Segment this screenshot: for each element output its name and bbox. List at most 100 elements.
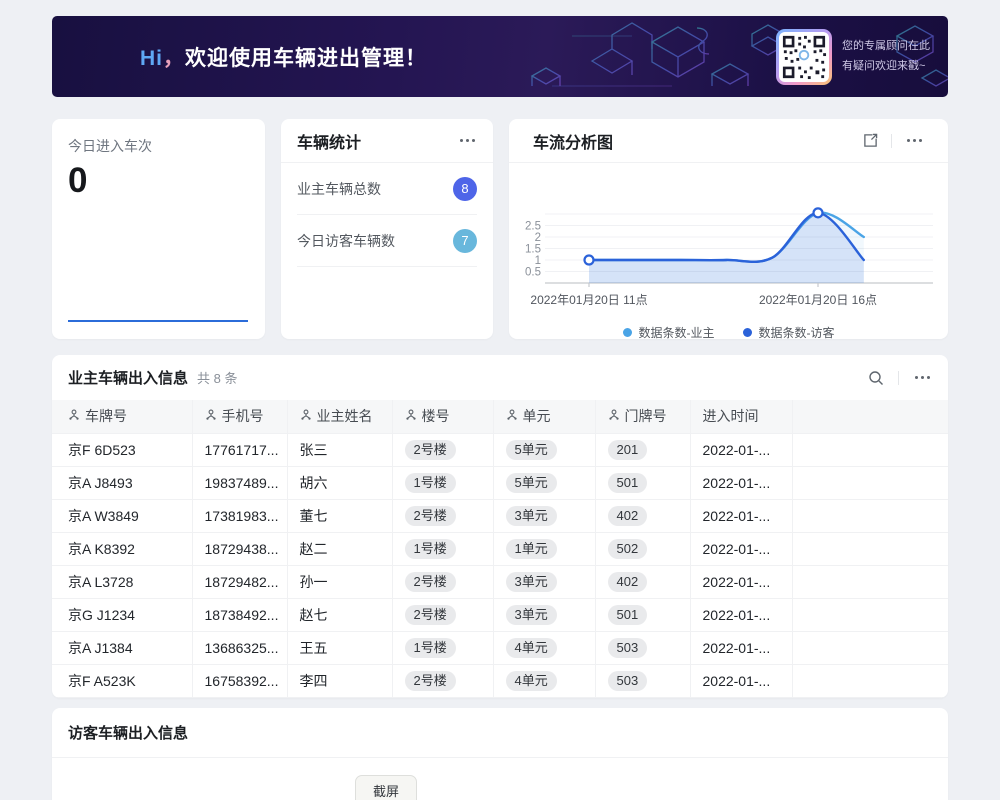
table-cell[interactable]: 2号楼 bbox=[392, 499, 493, 532]
table-row[interactable]: 京A W384917381983...董七 2号楼 3单元 4022022-01-..… bbox=[52, 499, 948, 532]
table-row[interactable]: 京A L372818729482...孙一2号楼3单元4022022-01-..… bbox=[52, 565, 948, 598]
legend-item[interactable]: 数据条数-业主 bbox=[623, 324, 715, 341]
table-row[interactable]: 京A J849319837489...胡六1号楼 5单元 5012022-01-..… bbox=[52, 466, 948, 499]
table-cell[interactable]: 501 bbox=[595, 598, 690, 631]
cell-pill: 503 bbox=[608, 671, 648, 691]
table-cell[interactable]: 503 bbox=[595, 664, 690, 697]
more-icon[interactable] bbox=[458, 135, 477, 146]
table-cell[interactable]: 201 bbox=[595, 433, 690, 466]
column-header[interactable]: 业主姓名 bbox=[287, 400, 392, 433]
table-cell[interactable]: 京F 6D523 bbox=[52, 433, 192, 466]
table-cell[interactable]: 4单元 bbox=[493, 631, 595, 664]
expand-icon[interactable] bbox=[863, 133, 878, 148]
table-cell[interactable]: 2号楼 bbox=[392, 433, 493, 466]
table-cell[interactable]: 张三 bbox=[287, 433, 392, 466]
cell-pill: 5单元 bbox=[506, 473, 557, 493]
table-row[interactable]: 京G J123418738492...赵七 2号楼 3单元5012022-01-..… bbox=[52, 598, 948, 631]
table-cell[interactable]: 502 bbox=[595, 532, 690, 565]
table-row[interactable]: 京F 6D52317761717...张三 2号楼 5单元 201 2022-01-..… bbox=[52, 433, 948, 466]
table-cell[interactable]: 李四 bbox=[287, 664, 392, 697]
table-cell[interactable]: 3单元 bbox=[493, 598, 595, 631]
cell-pill: 2号楼 bbox=[405, 440, 456, 460]
visitor-entries-header: 访客车辆出入信息 bbox=[52, 708, 948, 758]
column-header[interactable]: 楼号 bbox=[392, 400, 493, 433]
table-cell[interactable]: 501 bbox=[595, 466, 690, 499]
table-cell[interactable]: 4单元 bbox=[493, 664, 595, 697]
table-cell[interactable]: 18738492... bbox=[192, 598, 287, 631]
table-cell[interactable]: 19837489... bbox=[192, 466, 287, 499]
table-cell[interactable]: 16758392... bbox=[192, 664, 287, 697]
table-cell[interactable]: 1号楼 bbox=[392, 532, 493, 565]
table-cell[interactable]: 5单元 bbox=[493, 466, 595, 499]
table-cell[interactable]: 京A W3849 bbox=[52, 499, 192, 532]
table-cell[interactable]: 1号楼 bbox=[392, 631, 493, 664]
table-cell[interactable]: 京A J8493 bbox=[52, 466, 192, 499]
table-cell[interactable]: 17761717... bbox=[192, 433, 287, 466]
more-icon[interactable] bbox=[905, 135, 924, 146]
table-cell[interactable]: 2号楼 bbox=[392, 664, 493, 697]
more-icon[interactable] bbox=[913, 372, 932, 383]
column-header[interactable]: 手机号 bbox=[192, 400, 287, 433]
stat-row-owner-total[interactable]: 业主车辆总数 8 bbox=[297, 163, 477, 215]
legend-item[interactable]: 数据条数-访客 bbox=[743, 324, 835, 341]
table-cell[interactable]: 1单元 bbox=[493, 532, 595, 565]
table-cell[interactable]: 18729438... bbox=[192, 532, 287, 565]
linked-field-icon bbox=[608, 409, 620, 421]
table-cell[interactable]: 2022-01-... bbox=[690, 664, 792, 697]
screenshot-button[interactable]: 截屏 bbox=[355, 775, 417, 800]
column-header[interactable]: 进入时间 bbox=[690, 400, 792, 433]
table-cell[interactable]: 2022-01-... bbox=[690, 433, 792, 466]
table-cell[interactable]: 402 bbox=[595, 565, 690, 598]
table-cell[interactable]: 王五 bbox=[287, 631, 392, 664]
table-cell[interactable]: 3单元 bbox=[493, 565, 595, 598]
traffic-line-chart[interactable]: 0.511.522.52022年01月20日 11点2022年01月20日 16… bbox=[509, 171, 949, 317]
divider bbox=[898, 371, 899, 385]
table-cell[interactable]: 胡六 bbox=[287, 466, 392, 499]
cell-pill: 4单元 bbox=[506, 671, 557, 691]
table-row[interactable]: 京F A523K16758392...李四2号楼 4单元 503 2022-01-..… bbox=[52, 664, 948, 697]
table-cell[interactable]: 京A L3728 bbox=[52, 565, 192, 598]
table-cell[interactable]: 2号楼 bbox=[392, 565, 493, 598]
linked-field-icon bbox=[205, 409, 217, 421]
svg-text:1.5: 1.5 bbox=[525, 244, 541, 256]
table-cell[interactable]: 京A J1384 bbox=[52, 631, 192, 664]
table-cell[interactable]: 17381983... bbox=[192, 499, 287, 532]
table-cell[interactable]: 2022-01-... bbox=[690, 499, 792, 532]
table-cell[interactable]: 402 bbox=[595, 499, 690, 532]
table-cell[interactable]: 赵二 bbox=[287, 532, 392, 565]
column-header[interactable]: 单元 bbox=[493, 400, 595, 433]
table-cell[interactable]: 503 bbox=[595, 631, 690, 664]
table-cell[interactable]: 京A K8392 bbox=[52, 532, 192, 565]
table-cell[interactable]: 2022-01-... bbox=[690, 631, 792, 664]
linked-field-icon bbox=[405, 409, 417, 421]
table-cell[interactable]: 5单元 bbox=[493, 433, 595, 466]
column-header[interactable]: 门牌号 bbox=[595, 400, 690, 433]
table-cell[interactable]: 2号楼 bbox=[392, 598, 493, 631]
svg-text:2022年01月20日 11点: 2022年01月20日 11点 bbox=[530, 293, 647, 307]
table-cell[interactable]: 2022-01-... bbox=[690, 565, 792, 598]
table-cell[interactable]: 13686325... bbox=[192, 631, 287, 664]
search-icon[interactable] bbox=[868, 370, 884, 386]
cell-pill: 3单元 bbox=[506, 506, 557, 526]
table-cell[interactable]: 京G J1234 bbox=[52, 598, 192, 631]
table-cell[interactable]: 孙一 bbox=[287, 565, 392, 598]
column-header[interactable]: 车牌号 bbox=[52, 400, 192, 433]
table-cell[interactable]: 2022-01-... bbox=[690, 466, 792, 499]
table-cell[interactable]: 赵七 bbox=[287, 598, 392, 631]
stat-row-visitor-today[interactable]: 今日访客车辆数 7 bbox=[297, 215, 477, 267]
legend-dot-icon bbox=[623, 328, 632, 337]
table-cell[interactable]: 京F A523K bbox=[52, 664, 192, 697]
table-cell[interactable]: 2022-01-... bbox=[690, 532, 792, 565]
table-cell[interactable]: 18729482... bbox=[192, 565, 287, 598]
qr-group: 您的专属顾问在此 有疑问欢迎来戳~ bbox=[776, 29, 930, 85]
table-cell[interactable]: 董七 bbox=[287, 499, 392, 532]
cell-pill: 2号楼 bbox=[405, 605, 456, 625]
cell-pill: 2号楼 bbox=[405, 506, 456, 526]
table-cell[interactable]: 1号楼 bbox=[392, 466, 493, 499]
table-cell[interactable]: 2022-01-... bbox=[690, 598, 792, 631]
linked-field-icon bbox=[506, 409, 518, 421]
cell-pill: 201 bbox=[608, 440, 648, 460]
table-row[interactable]: 京A J138413686325...王五1号楼4单元5032022-01-..… bbox=[52, 631, 948, 664]
table-cell[interactable]: 3单元 bbox=[493, 499, 595, 532]
table-row[interactable]: 京A K839218729438...赵二1号楼1单元5022022-01-..… bbox=[52, 532, 948, 565]
